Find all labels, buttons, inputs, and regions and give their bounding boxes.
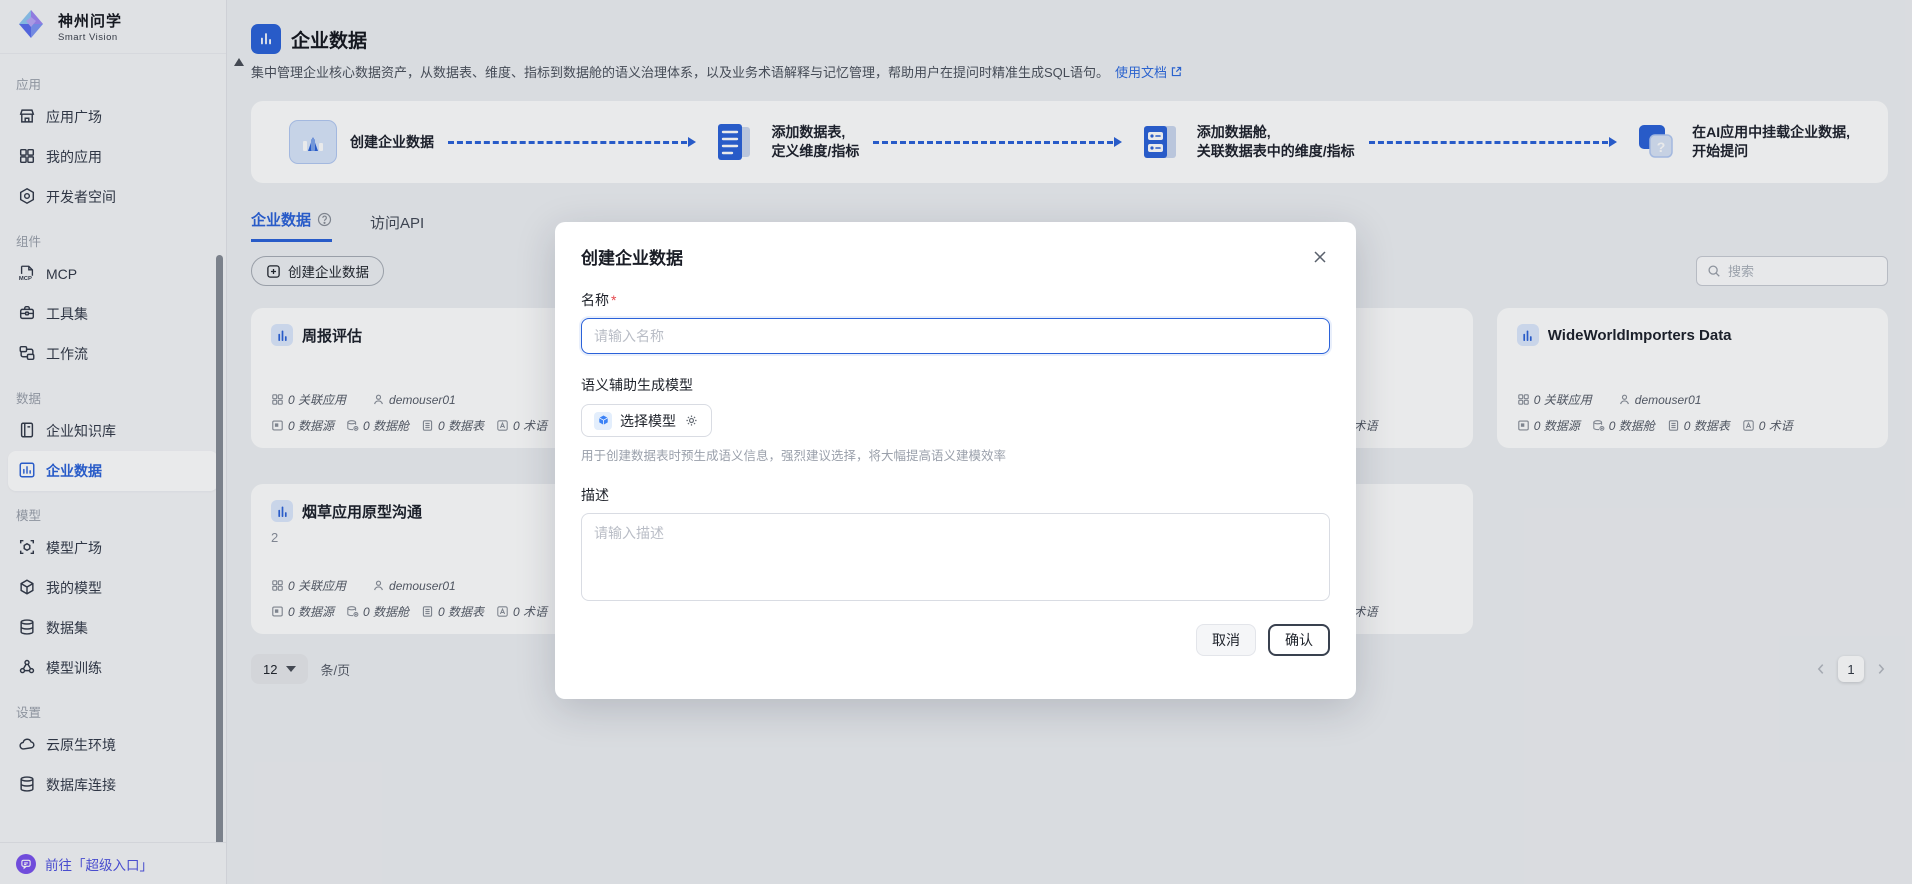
create-enterprise-data-dialog: 创建企业数据 名称* 语义辅助生成模型 选择模型 用于创建数据表时预生成语义信息…: [555, 222, 1356, 699]
model-label: 语义辅助生成模型: [581, 375, 1330, 395]
select-model-label: 选择模型: [620, 411, 676, 431]
select-model-button[interactable]: 选择模型: [581, 404, 712, 437]
close-button[interactable]: [1310, 247, 1330, 267]
model-cube-icon: [594, 412, 612, 430]
dialog-title: 创建企业数据: [581, 244, 683, 269]
description-textarea[interactable]: [581, 513, 1330, 601]
required-asterisk: *: [611, 292, 616, 308]
close-icon: [1312, 249, 1328, 265]
cancel-button[interactable]: 取消: [1196, 624, 1256, 656]
enterprise-data-page: 神州问学 Smart Vision 应用 应用广场 我的应用 开发者空间 组件 …: [0, 0, 1912, 884]
gear-icon: [684, 413, 699, 428]
model-hint-text: 用于创建数据表时预生成语义信息，强烈建议选择，将大幅提高语义建模效率: [581, 445, 1330, 464]
confirm-button[interactable]: 确认: [1268, 624, 1330, 656]
name-label: 名称*: [581, 290, 1330, 310]
description-label: 描述: [581, 485, 1330, 505]
name-input[interactable]: [581, 318, 1330, 354]
